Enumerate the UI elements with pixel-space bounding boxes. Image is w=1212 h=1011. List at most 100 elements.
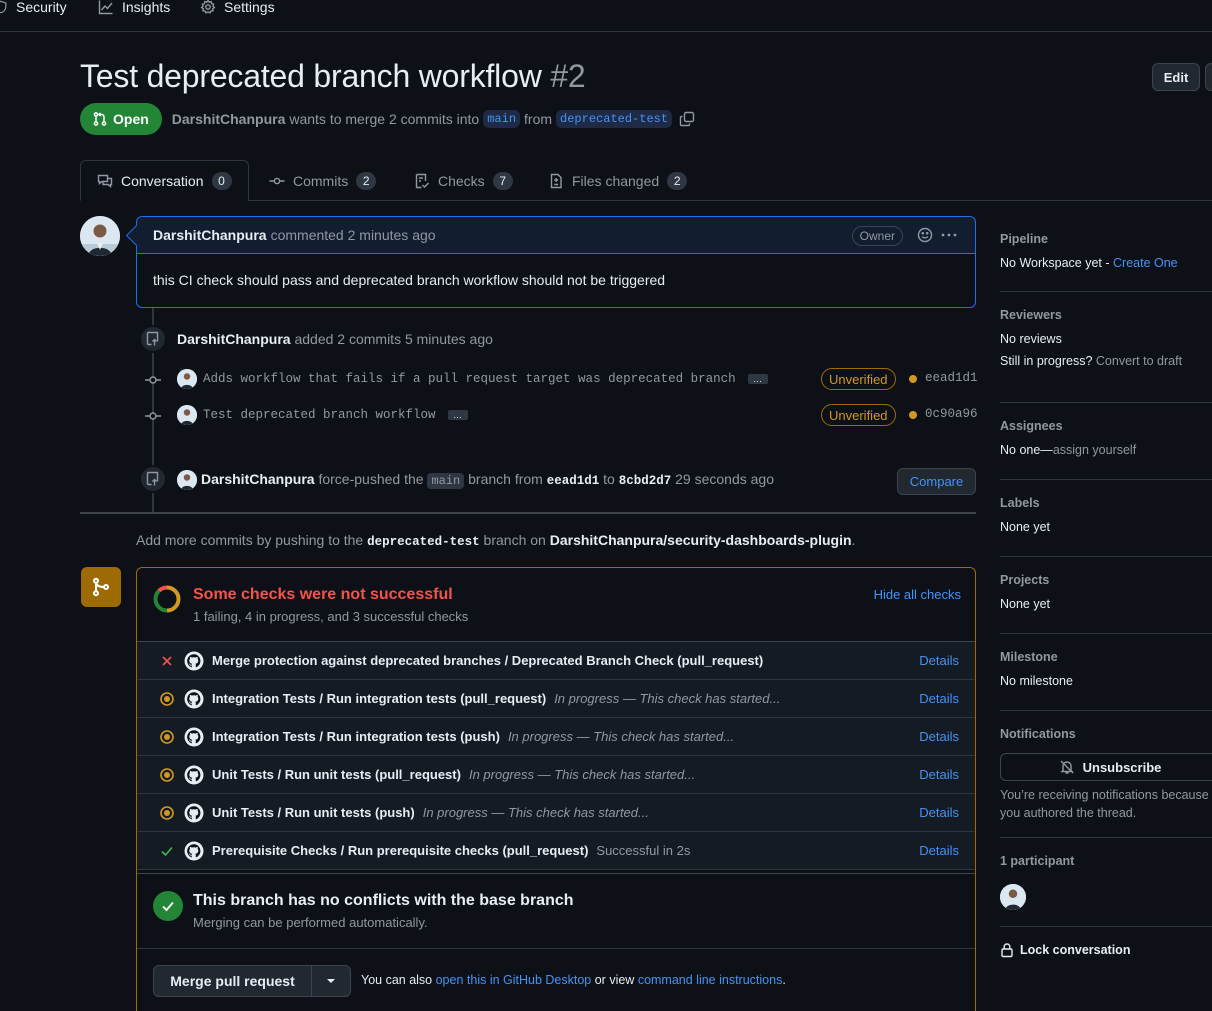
- pr-from-text: from: [524, 111, 553, 127]
- tab-commits[interactable]: Commits 2: [269, 160, 377, 201]
- force-push-branch[interactable]: main: [427, 473, 465, 489]
- expand-commit-button[interactable]: …: [447, 410, 468, 420]
- milestone-heading[interactable]: Milestone: [1000, 650, 1212, 664]
- pr-title: Test deprecated branch workflow #2: [80, 58, 586, 95]
- pr-number: #2: [550, 58, 586, 94]
- expand-commit-button[interactable]: …: [747, 374, 768, 384]
- nav-settings[interactable]: Settings: [200, 0, 275, 18]
- edit-title-button[interactable]: Edit: [1152, 63, 1200, 91]
- check-details-link[interactable]: Details: [919, 767, 959, 782]
- triangle-down-icon: [327, 979, 335, 983]
- unverified-badge[interactable]: Unverified: [821, 404, 896, 426]
- add-more-commits-hint: Add more commits by pushing to the depre…: [136, 532, 855, 549]
- assignees-heading[interactable]: Assignees: [1000, 419, 1212, 433]
- force-push-time[interactable]: 29 seconds ago: [675, 471, 774, 487]
- force-push-text: force-pushed the: [318, 471, 424, 487]
- commit-author-avatar[interactable]: [177, 369, 197, 389]
- force-push-author[interactable]: DarshitChanpura: [201, 471, 315, 487]
- commit-sha-link[interactable]: 0c90a96: [925, 407, 978, 421]
- open-state-badge: Open: [80, 103, 162, 135]
- comment-body: this CI check should pass and deprecated…: [153, 272, 666, 288]
- commit-sha-link[interactable]: eead1d1: [925, 371, 978, 385]
- repo-push-icon: [146, 471, 159, 486]
- labels-heading[interactable]: Labels: [1000, 496, 1212, 510]
- copy-icon[interactable]: [679, 111, 695, 127]
- tab-files-changed-count: 2: [667, 171, 688, 190]
- reviewers-heading[interactable]: Reviewers: [1000, 308, 1212, 322]
- commit-message-link[interactable]: Adds workflow that fails if a pull reque…: [203, 372, 736, 386]
- repo-push-icon: [146, 331, 159, 346]
- add-more-period: .: [851, 532, 856, 548]
- unsubscribe-label: Unsubscribe: [1082, 759, 1162, 775]
- lock-conversation-button[interactable]: Lock conversation: [1000, 942, 1130, 958]
- tab-conversation[interactable]: Conversation 0: [80, 160, 249, 201]
- commit-row: Adds workflow that fails if a pull reque…: [177, 368, 978, 390]
- unsubscribe-button[interactable]: Unsubscribe: [1000, 753, 1212, 781]
- projects-heading[interactable]: Projects: [1000, 573, 1212, 587]
- head-branch-tag[interactable]: deprecated-test: [556, 110, 673, 128]
- sidebar-projects: Projects None yet: [1000, 573, 1212, 634]
- in-progress-dot-icon: [160, 730, 174, 744]
- repo-push-badge: [139, 325, 167, 353]
- commit-author-avatar[interactable]: [177, 405, 197, 425]
- check-details-link[interactable]: Details: [919, 843, 959, 858]
- nav-security[interactable]: Security: [0, 0, 67, 18]
- reviewers-value: No reviews: [1000, 332, 1062, 346]
- unverified-badge[interactable]: Unverified: [821, 368, 896, 390]
- commit-status-dot[interactable]: [909, 411, 917, 419]
- github-mark-icon: [184, 689, 204, 709]
- sidebar-reviewers: Reviewers No reviews Still in progress? …: [1000, 308, 1212, 403]
- added-commits-author[interactable]: DarshitChanpura: [177, 331, 291, 347]
- checks-donut-icon: [153, 585, 181, 613]
- force-push-badge: [139, 465, 167, 493]
- nav-settings-label: Settings: [224, 0, 275, 15]
- projects-value: None yet: [1000, 597, 1051, 611]
- nav-insights[interactable]: Insights: [98, 0, 170, 18]
- open-state-label: Open: [113, 111, 149, 127]
- check-details-link[interactable]: Details: [919, 653, 959, 668]
- merge-pull-request-button[interactable]: Merge pull request: [153, 965, 312, 997]
- tab-files-changed[interactable]: Files changed 2: [548, 160, 688, 201]
- participant-avatar[interactable]: [1000, 884, 1026, 910]
- commit-status-dot[interactable]: [909, 375, 917, 383]
- check-details-link[interactable]: Details: [919, 805, 959, 820]
- github-mark-icon: [184, 727, 204, 747]
- commit-message-link[interactable]: Test deprecated branch workflow: [203, 408, 436, 422]
- compare-button[interactable]: Compare: [897, 468, 976, 495]
- no-conflicts-title: This branch has no conflicts with the ba…: [193, 892, 574, 909]
- check-description: In progress — This check has started...: [468, 767, 696, 782]
- force-push-from-sha[interactable]: eead1d1: [547, 474, 600, 488]
- merge-method-dropdown[interactable]: [311, 965, 351, 997]
- check-name: Integration Tests / Run integration test…: [212, 691, 781, 706]
- force-push-to-sha[interactable]: 8cbd2d7: [619, 474, 672, 488]
- commit-row: Test deprecated branch workflow … Unveri…: [177, 404, 978, 426]
- open-in-desktop-link[interactable]: open this in GitHub Desktop: [436, 973, 592, 987]
- command-line-instructions-link[interactable]: command line instructions: [638, 973, 783, 987]
- check-row: Merge protection against deprecated bran…: [137, 642, 975, 680]
- add-more-repo-link[interactable]: DarshitChanpura/security-dashboards-plug…: [550, 532, 852, 548]
- assign-yourself-link[interactable]: assign yourself: [1053, 443, 1136, 457]
- comment-author-link[interactable]: DarshitChanpura: [153, 227, 267, 243]
- convert-to-draft-link[interactable]: Convert to draft: [1096, 354, 1182, 368]
- pr-author-link[interactable]: DarshitChanpura: [172, 111, 286, 127]
- kebab-horizontal-icon[interactable]: [941, 232, 957, 238]
- hide-all-checks-button[interactable]: Hide all checks: [874, 587, 961, 602]
- tab-checks[interactable]: Checks 7: [414, 160, 513, 201]
- base-branch-tag[interactable]: main: [483, 110, 521, 128]
- check-row: Integration Tests / Run integration test…: [137, 718, 975, 756]
- author-avatar[interactable]: [80, 216, 120, 256]
- merge-hint: You can also open this in GitHub Desktop…: [361, 973, 786, 987]
- force-push-text-to: to: [603, 471, 615, 487]
- code-button[interactable]: [1205, 63, 1212, 91]
- smiley-icon[interactable]: [917, 227, 933, 243]
- sidebar-assignees: Assignees No one—assign yourself: [1000, 419, 1212, 480]
- git-commit-icon: [269, 177, 285, 184]
- force-push-author-avatar[interactable]: [177, 470, 197, 490]
- check-details-link[interactable]: Details: [919, 729, 959, 744]
- notifications-heading: Notifications: [1000, 727, 1076, 741]
- comment-timestamp[interactable]: commented 2 minutes ago: [271, 227, 436, 243]
- check-row: Integration Tests / Run integration test…: [137, 680, 975, 718]
- check-details-link[interactable]: Details: [919, 691, 959, 706]
- sidebar-milestone: Milestone No milestone: [1000, 650, 1212, 711]
- create-workspace-link[interactable]: Create One: [1113, 256, 1178, 270]
